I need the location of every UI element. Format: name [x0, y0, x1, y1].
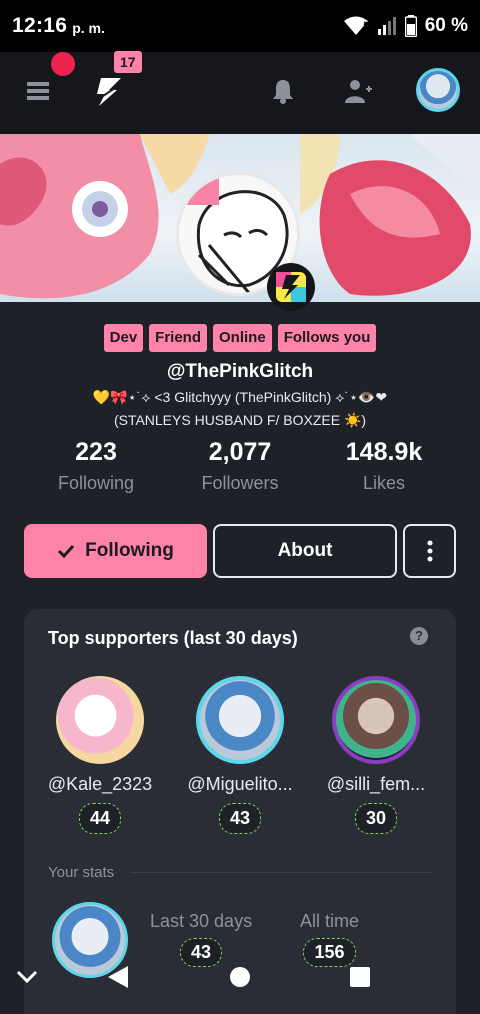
- supporter-name: @Miguelito...: [187, 774, 293, 794]
- recents-icon[interactable]: [349, 966, 371, 988]
- about-button[interactable]: About: [213, 524, 397, 578]
- stat-label: Likes: [362, 473, 406, 493]
- bell-icon[interactable]: [272, 78, 294, 104]
- app-top-bar: 17: [0, 51, 480, 134]
- supporter-avatar: [196, 676, 284, 764]
- stat-following[interactable]: 223 Following: [16, 438, 176, 494]
- check-icon: [58, 544, 75, 558]
- stat-followers[interactable]: 2,077 Followers: [160, 438, 320, 494]
- tag-friend: Friend: [149, 324, 208, 352]
- profile-handle: @ThePinkGlitch: [166, 361, 314, 382]
- profile-tags: Dev Friend Online Follows you: [0, 324, 480, 352]
- supporter-item[interactable]: @silli_fem... 30: [308, 676, 444, 834]
- home-icon[interactable]: [229, 966, 251, 988]
- tag-online: Online: [213, 324, 272, 352]
- tag-follows-you: Follows you: [277, 324, 377, 352]
- stat-label: Followers: [201, 473, 279, 493]
- back-icon[interactable]: [106, 964, 130, 990]
- stat-label: Following: [57, 473, 135, 493]
- battery-percent: 60 %: [424, 15, 468, 36]
- signal-icon: [377, 17, 396, 35]
- following-label: Following: [85, 540, 174, 561]
- stat-value: 223: [75, 438, 117, 466]
- status-ampm: p. m.: [72, 20, 105, 36]
- menu-icon[interactable]: [27, 80, 49, 102]
- system-nav-bar: [0, 950, 480, 1014]
- supporter-points: 43: [218, 803, 262, 834]
- notification-dot: [51, 52, 75, 76]
- user-avatar[interactable]: [416, 68, 460, 112]
- chevron-down-icon[interactable]: [16, 970, 38, 984]
- stat-value: 2,077: [208, 438, 272, 466]
- alltime-label: All time: [300, 911, 360, 931]
- divider: [130, 872, 432, 873]
- stat-likes[interactable]: 148.9k Likes: [304, 438, 464, 494]
- status-time: 12:16: [12, 14, 68, 37]
- supporter-name: @silli_fem...: [326, 774, 426, 794]
- supporter-points: 30: [354, 803, 398, 834]
- help-icon[interactable]: ?: [410, 627, 428, 645]
- wifi-icon: [343, 16, 368, 35]
- status-bar: 12:16 p. m. 60 %: [0, 0, 480, 52]
- add-friend-icon[interactable]: [345, 78, 373, 104]
- bolt-logo-icon[interactable]: [95, 76, 123, 108]
- supporter-points: 44: [78, 803, 122, 834]
- supporter-item[interactable]: @Kale_2323 44: [32, 676, 168, 834]
- battery-icon: [404, 15, 417, 37]
- supporter-item[interactable]: @Miguelito... 43: [172, 676, 308, 834]
- stat-value: 148.9k: [345, 438, 423, 466]
- notification-count-badge: 17: [114, 51, 142, 73]
- about-label: About: [277, 540, 333, 561]
- tag-dev: Dev: [103, 324, 144, 352]
- bio-line-2: (STANLEYS HUSBAND F/ BOXZEE ☀️): [113, 412, 367, 428]
- bio-line-1: 💛🎀⋆˙⟡ <3 Glitchyyy (ThePinkGlitch) ⟡˙⋆👁️…: [92, 389, 388, 405]
- more-vertical-icon: [427, 540, 432, 562]
- following-button[interactable]: Following: [24, 524, 207, 578]
- your-stats-label: Your stats: [48, 864, 115, 881]
- supporter-avatar: [332, 676, 420, 764]
- last30-label: Last 30 days: [150, 911, 253, 931]
- more-options-button[interactable]: [403, 524, 456, 578]
- bolt-sticker-icon: [267, 263, 315, 311]
- supporter-name: @Kale_2323: [47, 774, 153, 794]
- supporters-title: Top supporters (last 30 days): [48, 628, 298, 648]
- supporter-avatar: [56, 676, 144, 764]
